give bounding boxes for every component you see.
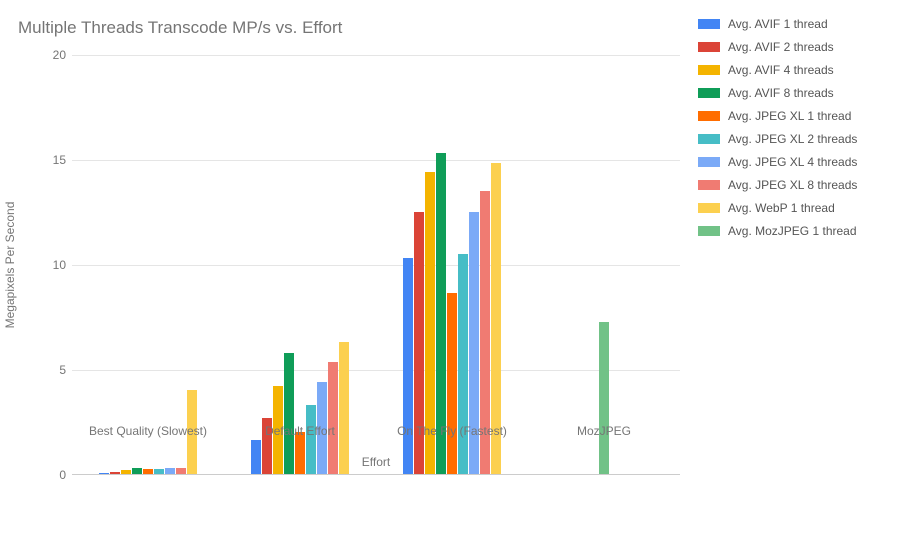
legend-item: Avg. JPEG XL 1 thread [698,104,893,127]
x-tick: Best Quality (Slowest) [72,424,224,438]
bar [403,258,413,474]
legend-item: Avg. WebP 1 thread [698,196,893,219]
bar [143,469,153,474]
legend-swatch [698,65,720,75]
y-tick: 5 [59,363,66,377]
y-axis: Megapixels Per Second 05101520 [0,55,72,475]
y-tick: 10 [53,258,66,272]
x-tick: On The Fly (Fastest) [376,424,528,438]
y-axis-label: Megapixels Per Second [3,202,17,329]
category-group [72,55,224,474]
plot-area [72,55,680,475]
x-tick: Default Effort [224,424,376,438]
legend: Avg. AVIF 1 thread Avg. AVIF 2 threads Avg… [698,12,893,242]
legend-label: Avg. JPEG XL 1 thread [728,109,851,123]
legend-swatch [698,157,720,167]
legend-label: Avg. AVIF 4 threads [728,63,834,77]
category-group [224,55,376,474]
legend-swatch [698,203,720,213]
bar [110,472,120,474]
category-group [528,55,680,474]
y-tick: 0 [59,468,66,482]
legend-label: Avg. JPEG XL 4 threads [728,155,857,169]
legend-item: Avg. JPEG XL 8 threads [698,173,893,196]
y-tick: 20 [53,48,66,62]
legend-swatch [698,42,720,52]
bar [447,293,457,474]
bars-layer [72,55,680,474]
y-ticks: 05101520 [36,55,66,475]
legend-label: Avg. AVIF 8 threads [728,86,834,100]
legend-item: Avg. AVIF 4 threads [698,58,893,81]
legend-item: Avg. AVIF 2 threads [698,35,893,58]
legend-label: Avg. AVIF 2 threads [728,40,834,54]
bar [599,322,609,474]
legend-label: Avg. WebP 1 thread [728,201,835,215]
legend-swatch [698,88,720,98]
legend-item: Avg. MozJPEG 1 thread [698,219,893,242]
x-tick: MozJPEG [528,424,680,438]
legend-swatch [698,111,720,121]
x-ticks: Best Quality (Slowest)Default EffortOn T… [72,424,680,438]
bar [121,470,131,474]
y-tick: 15 [53,153,66,167]
bar [458,254,468,475]
x-axis-label: Effort [72,455,680,469]
legend-swatch [698,19,720,29]
legend-swatch [698,226,720,236]
legend-item: Avg. AVIF 8 threads [698,81,893,104]
bar [154,469,164,474]
legend-item: Avg. AVIF 1 thread [698,12,893,35]
legend-swatch [698,180,720,190]
legend-item: Avg. JPEG XL 2 threads [698,127,893,150]
legend-label: Avg. AVIF 1 thread [728,17,828,31]
legend-label: Avg. MozJPEG 1 thread [728,224,857,238]
legend-label: Avg. JPEG XL 2 threads [728,132,857,146]
legend-item: Avg. JPEG XL 4 threads [698,150,893,173]
category-group [376,55,528,474]
legend-label: Avg. JPEG XL 8 threads [728,178,857,192]
legend-swatch [698,134,720,144]
bar [99,473,109,474]
